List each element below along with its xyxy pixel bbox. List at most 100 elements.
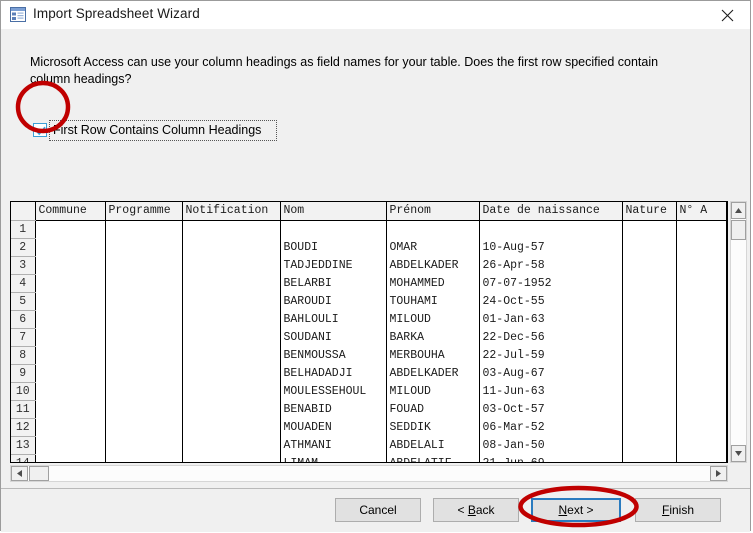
table-cell[interactable]	[105, 220, 183, 239]
row-number[interactable]: 13	[11, 436, 36, 455]
table-cell[interactable]	[35, 238, 106, 257]
table-cell[interactable]: 22-Jul-59	[479, 346, 623, 365]
row-number[interactable]: 7	[11, 328, 36, 347]
scroll-down-icon[interactable]	[731, 445, 746, 462]
table-cell[interactable]: ATHMANI	[280, 436, 387, 455]
table-cell[interactable]: OMAR	[386, 238, 480, 257]
first-row-headings-row[interactable]: First Row Contains Column Headings	[31, 120, 277, 141]
table-cell[interactable]	[622, 418, 677, 437]
table-cell[interactable]: BELHADADJI	[280, 364, 387, 383]
table-cell[interactable]	[676, 292, 727, 311]
table-cell[interactable]	[622, 238, 677, 257]
back-button[interactable]: < Back	[433, 498, 519, 522]
table-cell[interactable]	[622, 310, 677, 329]
row-number[interactable]: 5	[11, 292, 36, 311]
table-cell[interactable]: 01-Jan-63	[479, 310, 623, 329]
table-cell[interactable]	[622, 220, 677, 239]
column-header-commune[interactable]: Commune	[35, 202, 106, 221]
table-cell[interactable]: FOUAD	[386, 400, 480, 419]
table-cell[interactable]: 24-Oct-55	[479, 292, 623, 311]
table-cell[interactable]: BENMOUSSA	[280, 346, 387, 365]
table-cell[interactable]	[105, 310, 183, 329]
table-cell[interactable]	[35, 454, 106, 462]
table-cell[interactable]: BARKA	[386, 328, 480, 347]
table-cell[interactable]	[622, 256, 677, 275]
table-cell[interactable]: BOUDI	[280, 238, 387, 257]
row-number[interactable]: 6	[11, 310, 36, 329]
column-header-nature[interactable]: Nature	[622, 202, 677, 221]
table-cell[interactable]	[105, 382, 183, 401]
vertical-scroll-thumb[interactable]	[731, 220, 746, 240]
table-cell[interactable]	[182, 292, 281, 311]
table-cell[interactable]	[622, 274, 677, 293]
table-cell[interactable]	[676, 256, 727, 275]
column-header-date-naissance[interactable]: Date de naissance	[479, 202, 623, 221]
table-cell[interactable]: LIMAM	[280, 454, 387, 462]
horizontal-scroll-thumb[interactable]	[29, 466, 49, 481]
table-cell[interactable]	[622, 292, 677, 311]
table-cell[interactable]: MOULESSEHOUL	[280, 382, 387, 401]
table-cell[interactable]	[105, 238, 183, 257]
table-cell[interactable]	[182, 328, 281, 347]
horizontal-scrollbar[interactable]	[10, 465, 728, 482]
row-number[interactable]: 14	[11, 454, 36, 462]
close-icon[interactable]	[704, 1, 750, 29]
table-cell[interactable]	[35, 310, 106, 329]
scroll-up-icon[interactable]	[731, 202, 746, 219]
table-cell[interactable]	[35, 418, 106, 437]
table-cell[interactable]	[182, 418, 281, 437]
table-cell[interactable]	[105, 364, 183, 383]
table-cell[interactable]: SOUDANI	[280, 328, 387, 347]
table-cell[interactable]	[182, 364, 281, 383]
table-cell[interactable]	[35, 364, 106, 383]
column-header-notification[interactable]: Notification	[182, 202, 281, 221]
table-cell[interactable]	[182, 274, 281, 293]
table-cell[interactable]	[35, 436, 106, 455]
table-cell[interactable]	[676, 310, 727, 329]
row-number[interactable]: 2	[11, 238, 36, 257]
table-cell[interactable]	[182, 454, 281, 462]
table-cell[interactable]: BAHLOULI	[280, 310, 387, 329]
table-cell[interactable]	[35, 328, 106, 347]
table-cell[interactable]	[676, 274, 727, 293]
table-cell[interactable]	[676, 436, 727, 455]
table-cell[interactable]: BELARBI	[280, 274, 387, 293]
table-cell[interactable]	[622, 436, 677, 455]
table-cell[interactable]: 03-Aug-67	[479, 364, 623, 383]
row-number[interactable]: 11	[11, 400, 36, 419]
table-cell[interactable]	[105, 274, 183, 293]
table-cell[interactable]: MILOUD	[386, 382, 480, 401]
table-cell[interactable]	[676, 400, 727, 419]
table-cell[interactable]	[182, 310, 281, 329]
table-cell[interactable]	[105, 418, 183, 437]
table-cell[interactable]	[676, 382, 727, 401]
table-cell[interactable]	[35, 346, 106, 365]
table-cell[interactable]	[35, 382, 106, 401]
table-cell[interactable]: BAROUDI	[280, 292, 387, 311]
table-cell[interactable]: ABDELATIF	[386, 454, 480, 462]
table-cell[interactable]	[622, 328, 677, 347]
table-cell[interactable]	[105, 400, 183, 419]
column-header-programme[interactable]: Programme	[105, 202, 183, 221]
table-cell[interactable]	[182, 256, 281, 275]
table-cell[interactable]: TOUHAMI	[386, 292, 480, 311]
table-cell[interactable]	[676, 238, 727, 257]
table-cell[interactable]: 03-Oct-57	[479, 400, 623, 419]
cancel-button[interactable]: Cancel	[335, 498, 421, 522]
column-header-nom[interactable]: Nom	[280, 202, 387, 221]
column-header-prenom[interactable]: Prénom	[386, 202, 480, 221]
table-cell[interactable]: SEDDIK	[386, 418, 480, 437]
table-cell[interactable]: MERBOUHA	[386, 346, 480, 365]
next-button[interactable]: Next >	[531, 498, 621, 522]
table-cell[interactable]	[386, 220, 480, 239]
first-row-contains-headings-checkbox[interactable]	[33, 123, 47, 137]
table-cell[interactable]: BENABID	[280, 400, 387, 419]
table-cell[interactable]	[479, 220, 623, 239]
scroll-right-icon[interactable]	[710, 466, 727, 481]
table-cell[interactable]: 08-Jan-50	[479, 436, 623, 455]
scroll-left-icon[interactable]	[11, 466, 28, 481]
table-cell[interactable]	[182, 400, 281, 419]
row-number[interactable]: 8	[11, 346, 36, 365]
table-cell[interactable]	[35, 220, 106, 239]
table-cell[interactable]	[182, 346, 281, 365]
